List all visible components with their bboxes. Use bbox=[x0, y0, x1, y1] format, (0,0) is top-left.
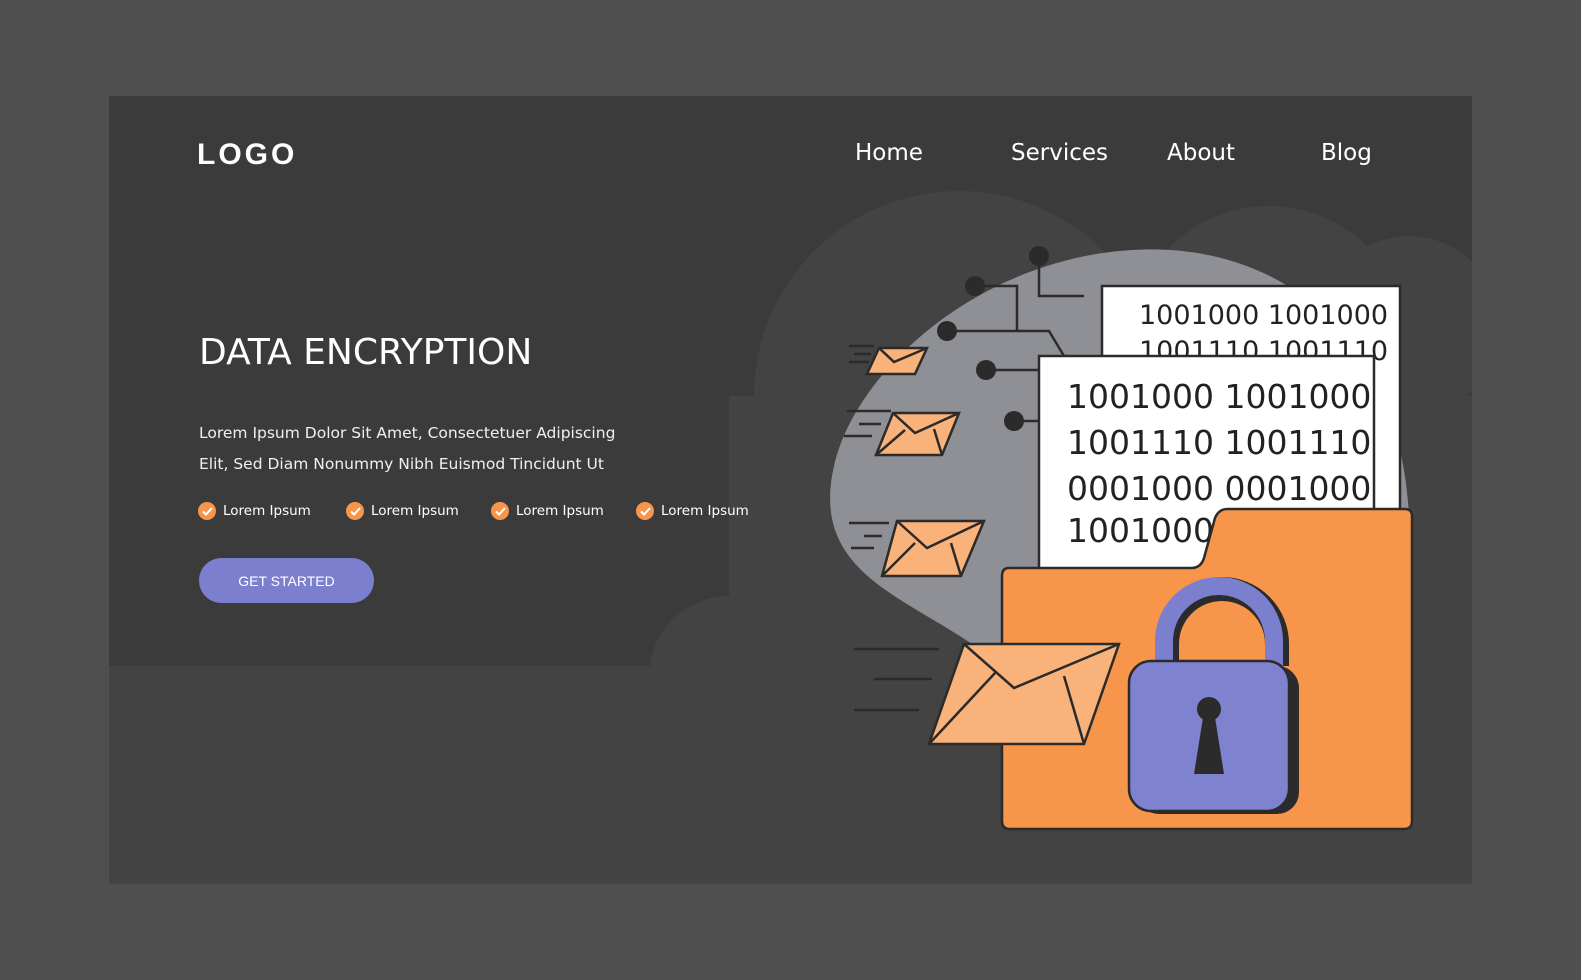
hero-description: Lorem Ipsum Dolor Sit Amet, Consectetuer… bbox=[199, 418, 669, 480]
binary-text: 0001000 0001000 bbox=[1067, 469, 1371, 508]
feature-item: Lorem Ipsum bbox=[491, 502, 604, 520]
binary-text: 1001000 1001000 bbox=[1139, 300, 1388, 331]
nav-home[interactable]: Home bbox=[855, 140, 923, 166]
feature-label: Lorem Ipsum bbox=[516, 503, 604, 519]
get-started-button[interactable]: GET STARTED bbox=[199, 558, 374, 603]
check-icon bbox=[346, 502, 364, 520]
envelope-icon bbox=[865, 346, 929, 376]
feature-label: Lorem Ipsum bbox=[661, 503, 749, 519]
check-icon bbox=[636, 502, 654, 520]
landing-card: 1001000 1001000 1001110 1001110 1001000 … bbox=[109, 96, 1472, 884]
feature-label: Lorem Ipsum bbox=[223, 503, 311, 519]
check-icon bbox=[491, 502, 509, 520]
binary-text: 1001000 1001000 bbox=[1067, 377, 1371, 416]
page-title: DATA ENCRYPTION bbox=[199, 332, 533, 373]
check-icon bbox=[198, 502, 216, 520]
feature-label: Lorem Ipsum bbox=[371, 503, 459, 519]
description-line: Elit, Sed Diam Nonummy Nibh Euismod Tinc… bbox=[199, 455, 604, 473]
encryption-illustration: 1001000 1001000 1001110 1001110 1001000 … bbox=[649, 191, 1472, 884]
description-line: Lorem Ipsum Dolor Sit Amet, Consectetuer… bbox=[199, 424, 616, 442]
feature-item: Lorem Ipsum bbox=[636, 502, 749, 520]
feature-item: Lorem Ipsum bbox=[346, 502, 459, 520]
nav-services[interactable]: Services bbox=[1011, 140, 1108, 166]
nav-blog[interactable]: Blog bbox=[1321, 140, 1372, 166]
nav-about[interactable]: About bbox=[1167, 140, 1235, 166]
envelope-icon bbox=[927, 642, 1121, 746]
feature-item: Lorem Ipsum bbox=[198, 502, 311, 520]
logo[interactable]: LOGO bbox=[197, 138, 297, 172]
binary-text: 1001110 1001110 bbox=[1067, 423, 1371, 462]
